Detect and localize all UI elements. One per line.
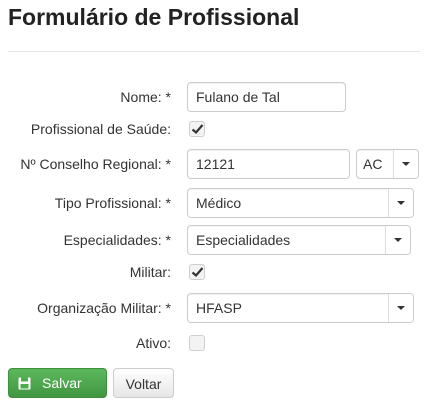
ativo-row: Ativo: (0, 327, 428, 359)
especialidades-select[interactable]: Especialidades (187, 225, 411, 255)
organizacao-select-value: HFASP (196, 300, 242, 316)
back-button[interactable]: Voltar (113, 368, 174, 398)
especialidades-select-value: Especialidades (196, 232, 291, 248)
floppy-disk-icon (18, 377, 31, 390)
chevron-down-icon (388, 189, 413, 217)
chevron-down-icon (388, 294, 413, 322)
profissional-saude-row: Profissional de Saúde: (0, 113, 428, 145)
organizacao-label: Organização Militar: * (37, 300, 171, 316)
conselho-row: Nº Conselho Regional: * 12121 AC (0, 148, 428, 180)
save-button-label: Salvar (42, 375, 82, 391)
organizacao-select[interactable]: HFASP (187, 293, 414, 323)
chevron-down-icon (385, 226, 410, 254)
profissional-saude-checkbox[interactable] (189, 121, 205, 137)
militar-checkbox[interactable] (189, 264, 205, 280)
organizacao-row: Organização Militar: * HFASP (0, 292, 428, 324)
chevron-down-icon (393, 150, 418, 178)
especialidades-label: Especialidades: * (63, 232, 171, 248)
title-divider (8, 51, 420, 52)
ativo-label: Ativo: (135, 335, 171, 351)
nome-row: Nome: * Fulano de Tal (0, 81, 428, 113)
checkmark-icon (191, 124, 204, 135)
conselho-label: Nº Conselho Regional: * (20, 156, 171, 172)
militar-label: Militar: (129, 264, 171, 280)
tipo-label: Tipo Profissional: * (54, 195, 171, 211)
uf-select-value: AC (363, 156, 383, 172)
page-title: Formulário de Profissional (8, 4, 300, 30)
uf-select[interactable]: AC (356, 149, 419, 179)
tipo-select[interactable]: Médico (187, 188, 414, 218)
conselho-input[interactable]: 12121 (187, 149, 350, 179)
nome-label: Nome: * (120, 89, 171, 105)
profissional-saude-label: Profissional de Saúde: (30, 121, 171, 137)
ativo-checkbox[interactable] (189, 335, 205, 351)
tipo-row: Tipo Profissional: * Médico (0, 187, 428, 219)
checkmark-icon (191, 267, 204, 278)
militar-row: Militar: (0, 256, 428, 288)
tipo-select-value: Médico (196, 195, 242, 211)
especialidades-row: Especialidades: * Especialidades (0, 224, 428, 256)
nome-input[interactable]: Fulano de Tal (187, 82, 346, 112)
save-button[interactable]: Salvar (8, 368, 107, 398)
